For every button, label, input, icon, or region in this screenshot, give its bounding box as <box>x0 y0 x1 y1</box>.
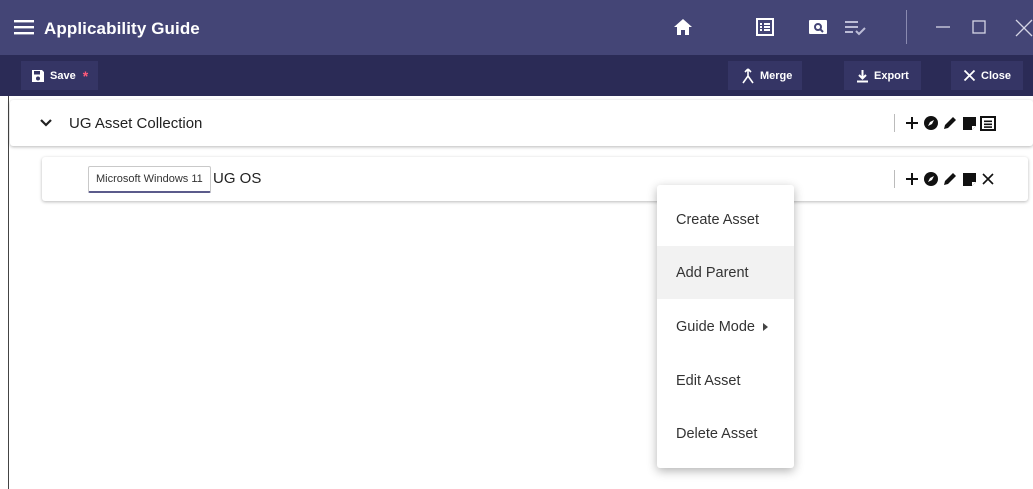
maximize-icon[interactable] <box>968 16 990 38</box>
merge-button[interactable]: Merge <box>728 61 803 90</box>
save-label: Save <box>50 69 76 82</box>
menu-item-guide-mode[interactable]: Guide Mode <box>657 300 794 353</box>
save-button[interactable]: Save * <box>21 61 99 90</box>
titlebar-divider <box>906 10 907 44</box>
close-label: Close <box>981 69 1011 82</box>
unsaved-indicator: * <box>82 67 89 84</box>
compass-icon[interactable] <box>923 171 939 187</box>
tree-row-root[interactable]: UG Asset Collection <box>10 100 1033 146</box>
tree-node-label: UG OS <box>213 170 262 187</box>
toolbar: Save * Merge Export Close <box>0 55 1033 96</box>
menu-item-label: Add Parent <box>676 264 749 281</box>
app-title: Applicability Guide <box>44 19 200 38</box>
remove-icon[interactable] <box>980 171 996 187</box>
compass-icon[interactable] <box>923 115 939 131</box>
menu-item-label: Create Asset <box>676 211 760 228</box>
title-bar: Applicability Guide <box>0 0 1033 55</box>
edit-pencil-icon[interactable] <box>942 115 958 131</box>
edit-pencil-icon[interactable] <box>942 171 958 187</box>
home-icon[interactable] <box>672 16 694 38</box>
export-label: Export <box>874 69 909 82</box>
actions-divider <box>894 170 895 188</box>
menu-item-label: Delete Asset <box>676 425 758 442</box>
menu-item-label: Edit Asset <box>676 372 741 389</box>
chevron-down-icon[interactable] <box>38 115 54 131</box>
tree-node-label: UG Asset Collection <box>69 115 203 132</box>
menu-item-delete-asset[interactable]: Delete Asset <box>657 407 794 460</box>
save-icon <box>32 69 44 82</box>
close-button[interactable]: Close <box>951 61 1023 90</box>
checklist-icon[interactable] <box>844 16 866 38</box>
submenu-arrow-icon <box>763 322 768 331</box>
menu-item-create-asset[interactable]: Create Asset <box>657 193 794 246</box>
menu-item-add-parent[interactable]: Add Parent <box>657 246 794 299</box>
note-icon[interactable] <box>961 171 977 187</box>
minimize-icon[interactable] <box>932 16 954 38</box>
download-icon <box>857 69 868 82</box>
menu-item-label: Guide Mode <box>676 318 755 335</box>
window-close-icon[interactable] <box>1012 16 1033 38</box>
menu-item-edit-asset[interactable]: Edit Asset <box>657 354 794 407</box>
child-actions <box>894 170 996 188</box>
tree-row-child[interactable]: Microsoft Windows 11 UG OS <box>42 157 1028 201</box>
add-icon[interactable] <box>904 171 920 187</box>
merge-icon <box>742 67 754 83</box>
note-icon[interactable] <box>961 115 977 131</box>
list-details-icon[interactable] <box>980 115 996 131</box>
list-view-icon[interactable] <box>754 16 776 38</box>
hamburger-menu-icon[interactable] <box>14 17 34 37</box>
root-actions <box>894 114 996 132</box>
add-icon[interactable] <box>904 115 920 131</box>
merge-label: Merge <box>760 69 793 82</box>
context-menu: Create Asset Add Parent Guide Mode Edit … <box>657 185 794 468</box>
os-chip[interactable]: Microsoft Windows 11 <box>88 166 211 193</box>
image-search-icon[interactable] <box>807 16 829 38</box>
left-border-line <box>8 96 9 489</box>
close-icon <box>963 69 976 82</box>
actions-divider <box>894 114 895 132</box>
export-button[interactable]: Export <box>844 61 921 90</box>
